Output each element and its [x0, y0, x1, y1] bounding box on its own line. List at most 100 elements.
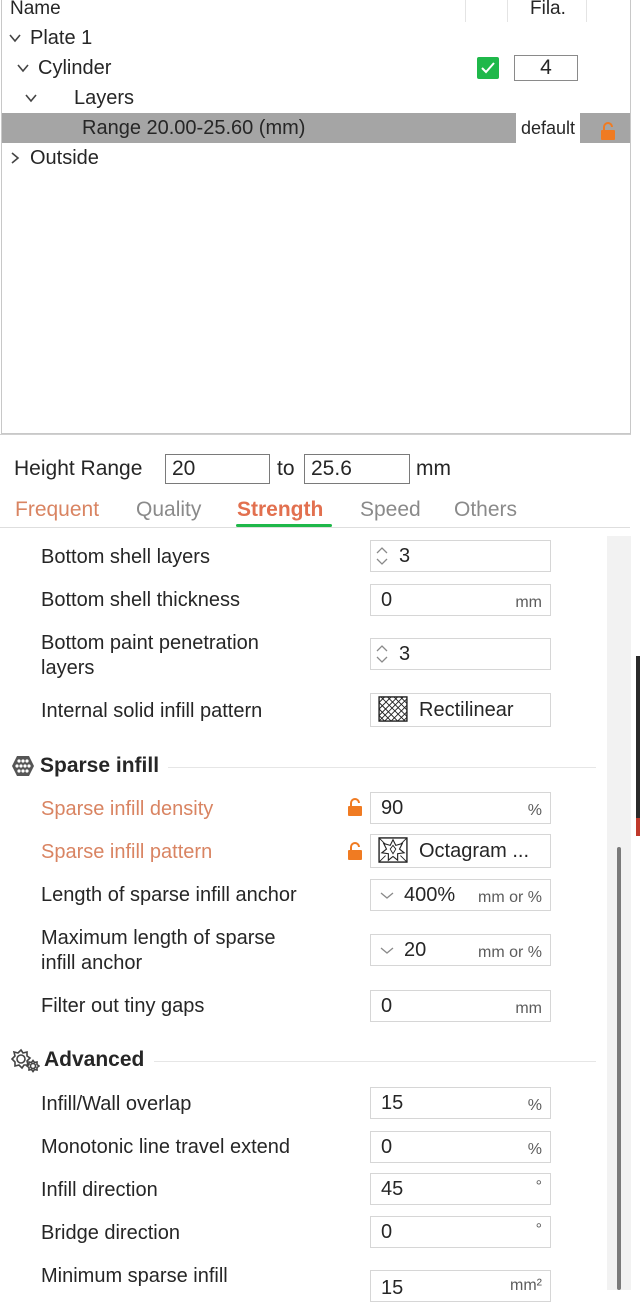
window-edge-marker	[636, 818, 640, 836]
extruder-selector[interactable]: default	[516, 113, 580, 143]
spinner-arrows-icon[interactable]	[375, 642, 389, 666]
bottom-shell-thickness-input[interactable]: 0 mm	[370, 584, 551, 616]
field-value: 15	[381, 1277, 404, 1299]
field-value: 20	[404, 939, 427, 961]
minimum-sparse-infill-input[interactable]: 15 mm²	[370, 1270, 551, 1302]
printable-checkbox[interactable]	[477, 57, 499, 79]
field-unit: %	[527, 1141, 542, 1158]
tree-item-object[interactable]: Cylinder 4	[2, 53, 630, 83]
infill-direction-input[interactable]: 45 °	[370, 1173, 551, 1205]
field-value: 90	[381, 797, 404, 819]
chevron-down-icon[interactable]	[16, 61, 30, 75]
window-edge-marker	[636, 656, 640, 836]
column-header-filament[interactable]: Fila.	[530, 0, 566, 22]
divider	[0, 527, 630, 528]
sparse-infill-hexagon-icon	[12, 756, 34, 776]
height-range-to-input[interactable]: 25.6	[304, 454, 410, 484]
infill-wall-overlap-input[interactable]: 15 %	[370, 1087, 551, 1119]
sparse-infill-pattern-select[interactable]: Octagram ...	[370, 834, 551, 868]
field-value: 45	[381, 1178, 404, 1200]
height-range-from-input[interactable]: 20	[165, 454, 270, 484]
setting-label: Sparse infill pattern	[41, 841, 213, 863]
setting-label: Maximum length of sparse	[41, 927, 276, 949]
spinner-arrows-icon[interactable]	[375, 544, 389, 568]
field-unit: mm²	[510, 1277, 542, 1294]
field-unit: %	[527, 802, 542, 819]
tab-frequent[interactable]: Frequent	[15, 497, 99, 523]
object-list-panel: Name Fila. Plate 1 Cylinder 4 Layers Ran…	[1, 0, 631, 434]
sparse-infill-density-input[interactable]: 90 %	[370, 792, 551, 824]
filament-selector[interactable]: 4	[514, 55, 578, 81]
section-divider	[168, 767, 596, 768]
sparse-anchor-max-combo[interactable]: 20 mm or %	[370, 934, 551, 966]
field-unit: °	[535, 1221, 542, 1238]
field-value: 400%	[404, 884, 456, 906]
tab-speed[interactable]: Speed	[360, 497, 421, 523]
field-value: 0	[381, 589, 393, 611]
tree-item-label: Range 20.00-25.60 (mm)	[82, 117, 306, 139]
field-value: Rectilinear	[419, 699, 514, 721]
column-separator	[507, 0, 508, 22]
setting-label: Minimum sparse infill	[41, 1265, 228, 1287]
tab-strength[interactable]: Strength	[237, 497, 323, 523]
field-value: 0	[381, 995, 393, 1017]
lock-open-icon[interactable]	[347, 798, 363, 816]
setting-label: Length of sparse infill anchor	[41, 884, 297, 906]
column-separator	[586, 0, 587, 22]
setting-label: Bottom shell thickness	[41, 589, 240, 611]
sparse-anchor-length-combo[interactable]: 400% mm or %	[370, 879, 551, 911]
section-title-advanced: Advanced	[44, 1048, 145, 1071]
field-value: 3	[399, 545, 411, 567]
field-unit: °	[535, 1178, 542, 1195]
tree-item-plate[interactable]: Plate 1	[2, 23, 630, 53]
field-value: 15	[381, 1092, 404, 1114]
tree-item-label: Outside	[30, 147, 99, 169]
field-unit: mm or %	[478, 944, 542, 961]
setting-label: Internal solid infill pattern	[41, 700, 263, 722]
setting-label: Bottom paint penetration	[41, 632, 259, 654]
tree-item-layers[interactable]: Layers	[2, 83, 630, 113]
field-unit: mm	[515, 594, 542, 611]
tree-item-label: Plate 1	[30, 27, 93, 49]
setting-label: Bridge direction	[41, 1222, 180, 1244]
setting-label: infill anchor	[41, 952, 143, 974]
chevron-down-icon[interactable]	[379, 940, 395, 960]
tab-others[interactable]: Others	[454, 497, 517, 523]
chevron-down-icon[interactable]	[379, 885, 395, 905]
chevron-down-icon[interactable]	[24, 91, 38, 105]
field-value: 0	[381, 1221, 393, 1243]
field-unit: mm or %	[478, 889, 542, 906]
monotonic-line-travel-extend-input[interactable]: 0 %	[370, 1131, 551, 1163]
tab-quality[interactable]: Quality	[136, 497, 201, 523]
bridge-direction-input[interactable]: 0 °	[370, 1216, 551, 1248]
setting-label: Sparse infill density	[41, 798, 214, 820]
setting-label: Infill direction	[41, 1179, 158, 1201]
field-value: 3	[399, 643, 411, 665]
setting-label: Monotonic line travel extend	[41, 1136, 291, 1158]
filter-tiny-gaps-input[interactable]: 0 mm	[370, 990, 551, 1022]
bottom-paint-penetration-spinner[interactable]: 3	[370, 638, 551, 670]
bottom-shell-layers-spinner[interactable]: 3	[370, 540, 551, 572]
tree-item-label: Layers	[74, 87, 135, 109]
internal-solid-infill-pattern-select[interactable]: Rectilinear	[370, 693, 551, 727]
section-divider	[154, 1061, 596, 1062]
column-separator	[465, 0, 466, 22]
chevron-down-icon[interactable]	[8, 31, 22, 45]
height-range-to-label: to	[277, 457, 295, 480]
column-header-name[interactable]: Name	[10, 0, 61, 22]
tree-item-label: Cylinder	[38, 57, 112, 79]
gears-icon	[10, 1048, 40, 1073]
tree-item-layer-range[interactable]: Range 20.00-25.60 (mm) default	[2, 113, 630, 143]
field-value: Octagram ...	[419, 840, 530, 862]
field-unit: mm	[515, 1000, 542, 1017]
scrollbar-thumb[interactable]	[617, 847, 621, 1290]
chevron-right-icon[interactable]	[8, 151, 22, 165]
rectilinear-pattern-icon	[378, 696, 408, 722]
setting-label: layers	[41, 657, 95, 679]
lock-open-icon[interactable]	[347, 842, 363, 860]
setting-label: Bottom shell layers	[41, 546, 210, 568]
lock-icon[interactable]	[600, 119, 616, 140]
field-unit: %	[527, 1097, 542, 1114]
tree-item-outside[interactable]: Outside	[2, 143, 630, 173]
divider	[0, 434, 631, 435]
